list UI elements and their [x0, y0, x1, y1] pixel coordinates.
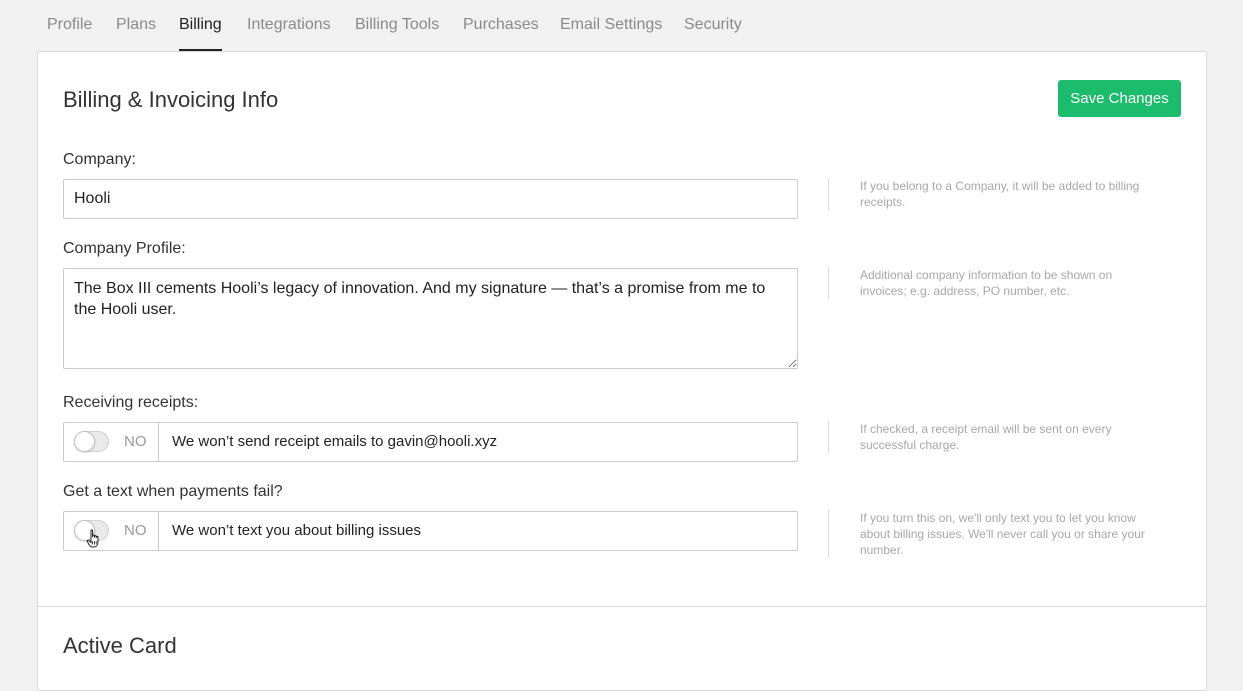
tab-billing-tools[interactable]: Billing Tools: [355, 0, 439, 51]
settings-tab-bar: Profile Plans Billing Integrations Billi…: [0, 0, 1243, 51]
text-alerts-label: Get a text when payments fail?: [63, 483, 283, 500]
tab-plans[interactable]: Plans: [116, 0, 156, 51]
receipts-switch-knob: [74, 431, 95, 452]
hand-pointer-cursor-icon: [86, 529, 99, 548]
billing-panel: Billing & Invoicing Info Save Changes Co…: [37, 51, 1207, 691]
save-changes-button[interactable]: Save Changes: [1058, 80, 1181, 117]
tab-profile[interactable]: Profile: [47, 0, 92, 51]
company-profile-label: Company Profile:: [63, 240, 186, 257]
tab-security[interactable]: Security: [684, 0, 742, 51]
text-alerts-toggle-row: NO We won’t text you about billing issue…: [63, 511, 798, 551]
company-profile-help-text: Additional company information to be sho…: [828, 267, 1158, 299]
receipts-description: We won’t send receipt emails to gavin@ho…: [172, 433, 498, 450]
text-alerts-description: We won’t text you about billing issues: [172, 522, 422, 539]
tab-purchases[interactable]: Purchases: [463, 0, 539, 51]
receipts-label: Receiving receipts:: [63, 394, 199, 411]
section-divider: [38, 606, 1206, 607]
tab-billing[interactable]: Billing: [179, 0, 222, 51]
receipts-toggle[interactable]: NO: [64, 423, 159, 461]
company-help-text: If you belong to a Company, it will be a…: [828, 178, 1158, 210]
active-card-title: Active Card: [63, 633, 177, 658]
text-alerts-help-text: If you turn this on, we'll only text you…: [828, 510, 1158, 558]
company-profile-textarea[interactable]: The Box III cements Hooli’s legacy of in…: [63, 268, 798, 369]
company-label: Company:: [63, 151, 136, 168]
company-input[interactable]: [63, 179, 798, 219]
receipts-help-text: If checked, a receipt email will be sent…: [828, 421, 1158, 453]
receipts-toggle-row: NO We won’t send receipt emails to gavin…: [63, 422, 798, 462]
receipts-switch-track[interactable]: [74, 431, 109, 452]
tab-email-settings[interactable]: Email Settings: [560, 0, 662, 51]
text-alerts-switch-state: NO: [124, 522, 147, 539]
receipts-switch-state: NO: [124, 433, 147, 450]
tab-integrations[interactable]: Integrations: [247, 0, 331, 51]
text-alerts-toggle[interactable]: NO: [64, 512, 159, 550]
billing-section-title: Billing & Invoicing Info: [63, 87, 279, 112]
